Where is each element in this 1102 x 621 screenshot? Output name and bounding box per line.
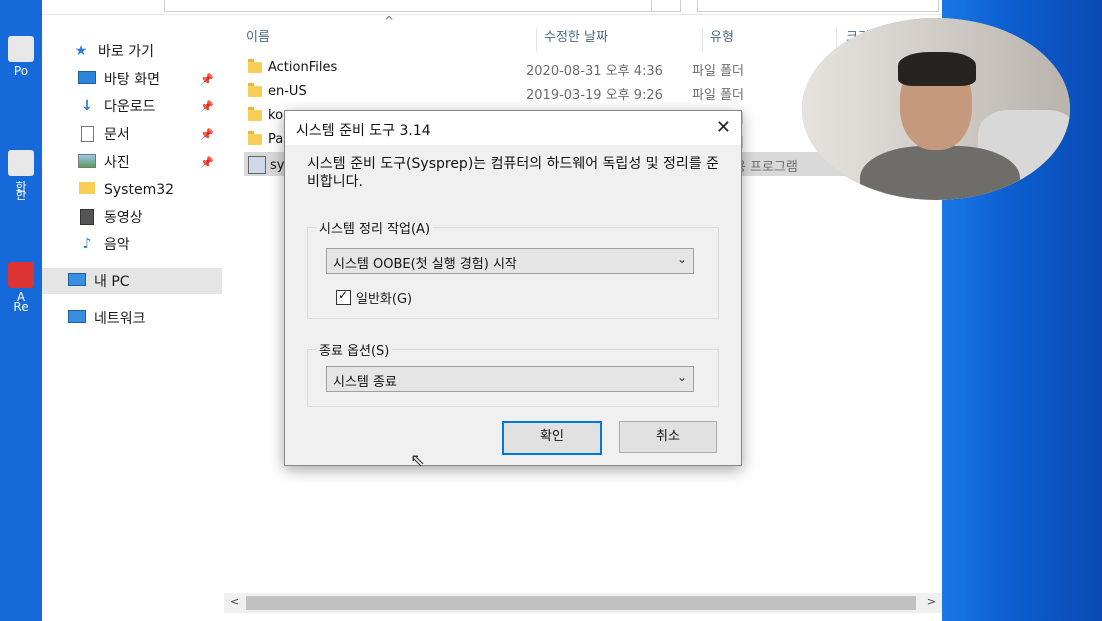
shutdown-options-label: 종료 옵션(S) [316,340,393,359]
nav-item-desktop[interactable]: 바탕 화면 📌 [78,66,222,92]
scroll-left-icon[interactable]: < [230,595,239,608]
sort-arrow-icon: ^ [384,14,395,28]
nav-item-music[interactable]: ♪ 음악 [78,231,222,257]
search-input[interactable] [697,0,939,12]
pin-icon: 📌 [200,72,214,86]
scroll-right-icon[interactable]: > [927,595,936,608]
mouse-cursor-icon: ⇖ [410,450,426,471]
computer-icon [68,273,86,289]
column-header-type[interactable]: 유형 [710,26,734,46]
shutdown-options-select[interactable]: 시스템 종료 ⌄ [326,366,694,392]
desktop-left-strip: Po 한 한 A Re [0,0,42,621]
cleanup-action-label: 시스템 정리 작업(A) [316,218,434,237]
nav-quick-access[interactable]: ★ 바로 가기 [72,38,222,64]
desktop-shortcut[interactable]: Po [0,36,42,78]
application-icon [248,156,266,174]
folder-icon [248,59,262,73]
column-divider[interactable] [702,28,703,52]
pin-icon: 📌 [200,99,214,113]
address-bar[interactable] [164,0,652,12]
close-icon[interactable]: ✕ [716,117,731,138]
column-divider[interactable] [536,28,537,52]
cancel-button[interactable]: 취소 [619,421,717,453]
desktop-shortcut[interactable]: A [0,262,42,304]
dialog-title: 시스템 준비 도구 3.14 [296,123,431,139]
horizontal-scrollbar[interactable]: < > [224,593,942,613]
webcam-overlay [802,18,1070,200]
music-icon: ♪ [82,236,92,252]
download-icon: ↓ [81,98,93,114]
scrollbar-thumb[interactable] [246,596,916,610]
desktop-shortcut-label: 한 [15,188,27,202]
nav-item-network[interactable]: 네트워크 [68,305,222,331]
nav-item-downloads[interactable]: ↓ 다운로드 📌 [78,93,222,119]
nav-item-videos[interactable]: 동영상 [78,204,222,230]
document-icon [78,126,96,142]
desktop-icon [78,71,96,87]
shortcut-icon [8,36,34,62]
generalize-checkbox[interactable]: 일반화(G) [336,288,412,307]
dialog-titlebar[interactable]: 시스템 준비 도구 3.14 ✕ [285,111,741,145]
chevron-down-icon: ⌄ [676,252,687,266]
nav-item-this-pc[interactable]: 내 PC [42,268,222,294]
checkbox-checked-icon[interactable] [336,288,351,305]
navigation-pane: ★ 바로 가기 바탕 화면 📌 ↓ 다운로드 📌 문서 📌 사진 📌 Syste… [42,30,222,610]
desktop-shortcut-label: Re [13,300,29,314]
folder-icon [248,107,262,121]
folder-icon [78,182,96,198]
cleanup-action-group: 시스템 정리 작업(A) 시스템 OOBE(첫 실행 경험) 시작 ⌄ 일반화(… [307,218,719,319]
picture-icon [78,154,96,170]
dialog-description: 시스템 준비 도구(Sysprep)는 컴퓨터의 하드웨어 독립성 및 정리를 … [307,156,719,190]
explorer-toolbar [42,0,942,15]
star-icon: ★ [74,43,88,59]
pin-icon: 📌 [200,127,214,141]
column-header-date[interactable]: 수정한 날짜 [544,26,608,46]
pin-icon: 📌 [200,155,214,169]
nav-item-pictures[interactable]: 사진 📌 [78,149,222,175]
shortcut-icon [8,262,34,288]
chevron-down-icon: ⌄ [676,370,687,384]
nav-item-documents[interactable]: 문서 📌 [78,121,222,147]
ok-button[interactable]: 확인 [502,421,602,455]
column-header-name[interactable]: 이름 [246,26,270,46]
shutdown-options-group: 종료 옵션(S) 시스템 종료 ⌄ [307,340,719,407]
folder-icon [248,83,262,97]
cleanup-action-select[interactable]: 시스템 OOBE(첫 실행 경험) 시작 ⌄ [326,248,694,274]
shortcut-icon [8,150,34,176]
nav-item-system32[interactable]: System32 [78,177,222,203]
sysprep-dialog: 시스템 준비 도구 3.14 ✕ 시스템 준비 도구(Sysprep)는 컴퓨터… [284,110,742,466]
refresh-button[interactable] [650,0,681,12]
network-icon [68,310,86,326]
video-icon [78,209,96,225]
folder-icon [248,131,262,145]
